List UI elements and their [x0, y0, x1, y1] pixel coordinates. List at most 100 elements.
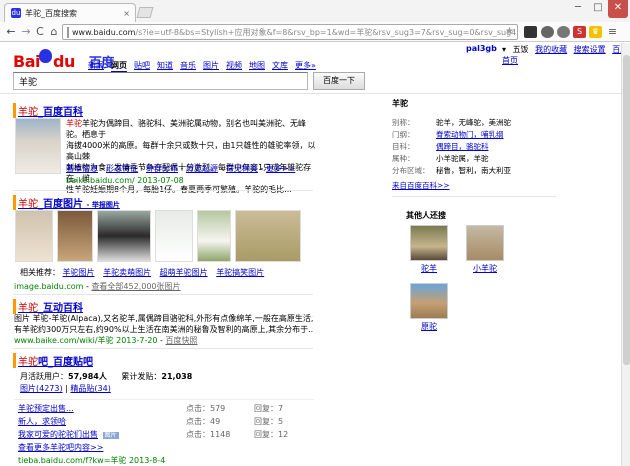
tieba-row: 新人，求领哈 点击：49 回复：5: [18, 417, 284, 426]
panel-divider: [392, 196, 556, 197]
url-host: www.baidu.com: [72, 27, 136, 37]
tieba-row-list: 羊驼预定出售... 点击：579 回复：7 新人，求领哈 点击：49 回复：5 …: [18, 403, 318, 455]
tieba-post-link[interactable]: 羊驼预定出售...: [18, 404, 74, 413]
fact-link[interactable]: 偶蹄目，骆驼科: [436, 141, 511, 153]
hudong-snippet: 图片 羊驼-羊驼(Alpaca),又名驼羊,属偶蹄目骆驼科,外形有点像绵羊,一般…: [14, 314, 314, 334]
new-tab-button[interactable]: [136, 7, 154, 18]
tieba-sub-links: 图片(4273) | 精品贴(34): [20, 384, 111, 393]
result-divider: [13, 190, 313, 191]
result-title-link[interactable]: 羊驼吧_百度贴吧: [13, 353, 313, 368]
baike-section-links: 基本信息 - 形态特征 - 种群分布 - 历史起源 - 常见种类 - 更多>>: [66, 164, 296, 173]
tieba-post-link[interactable]: 我家可爱的驼驼们出售: [18, 430, 98, 439]
result-title-link[interactable]: 羊驼_互动百科: [13, 299, 313, 314]
topbar-link[interactable]: 五饭: [513, 45, 529, 54]
related-image-link[interactable]: 羊驼图片: [63, 268, 95, 277]
image-badge: 图片: [102, 432, 119, 439]
baike-link[interactable]: 形态特征: [106, 164, 138, 173]
maximize-button[interactable]: □: [588, 0, 608, 18]
username-link[interactable]: pal3gb: [466, 44, 497, 53]
extension-s-icon[interactable]: S: [573, 26, 586, 38]
extension-crown-icon[interactable]: ♛: [589, 26, 602, 38]
user-dropdown-icon[interactable]: ▾: [502, 45, 506, 54]
baike-link[interactable]: 基本信息: [66, 164, 98, 173]
search-input[interactable]: 羊驼: [13, 72, 308, 90]
related-image: [410, 225, 448, 261]
related-image-link[interactable]: 羊驼搞笑图片: [216, 268, 264, 277]
result-baike: 羊驼_百度百科: [13, 103, 313, 118]
address-bar[interactable]: www.baidu.com/s?ie=utf-8&bs=Stylish+应用对象…: [62, 24, 518, 40]
topbar-link[interactable]: 搜索设置: [574, 45, 606, 54]
result-divider: [13, 348, 313, 349]
alpaca-thumbnail[interactable]: [15, 210, 53, 262]
panel-source-link[interactable]: 来自百度百科>>: [392, 180, 562, 191]
alpaca-thumbnail[interactable]: [155, 210, 193, 262]
home-button[interactable]: ⌂: [47, 25, 61, 39]
tieba-stats: 月活跃用户：57,984人 累计发贴：21,038: [20, 372, 193, 381]
related-search-item[interactable]: 驼羊: [410, 225, 448, 274]
baike-url: baike.baidu.com/ 2013-07-08: [66, 176, 184, 185]
browser-toolbar: ← → C ⌂ www.baidu.com/s?ie=utf-8&bs=Styl…: [0, 22, 630, 42]
scrollbar-thumb[interactable]: [623, 55, 630, 365]
tieba-row: 我家可爱的驼驼们出售 图片 点击：1148 回复：12: [18, 430, 289, 439]
tieba-images-link[interactable]: 图片(4273): [20, 384, 63, 393]
baike-link[interactable]: 更多>>: [266, 164, 295, 173]
image-related-links: 相关推荐： 羊驼图片 羊驼卖萌图片 超萌羊驼图片 羊驼搞笑图片: [20, 268, 265, 277]
close-window-button[interactable]: ✕: [608, 0, 628, 18]
tab-title: 羊驼_百度搜索: [25, 8, 77, 18]
header-divider: [0, 93, 630, 94]
fact-table: 别称： 驼羊，无峰驼，美洲驼 门纲： 脊索动物门，哺乳纲 目科： 偶蹄目，骆驼科 属种…: [392, 118, 511, 175]
baike-link[interactable]: 种群分布: [146, 164, 178, 173]
result-title-link[interactable]: 羊驼_百度百科: [13, 103, 313, 118]
extension-bomb-icon[interactable]: [524, 26, 537, 38]
tieba-row: 羊驼预定出售... 点击：579 回复：7: [18, 404, 284, 413]
alpaca-thumbnail[interactable]: [197, 210, 231, 262]
vertical-scrollbar[interactable]: [621, 43, 630, 466]
tieba-post-link[interactable]: 新人，求领哈: [18, 417, 66, 426]
result-title-link[interactable]: 羊驼_百度图片 - 举报图片: [13, 195, 313, 210]
result-divider: [13, 294, 313, 295]
hudong-url: www.baike.com/wiki/羊驼 2013-7-20 - 百度快照: [14, 336, 198, 345]
knowledge-panel: 羊驼 别称： 驼羊，无峰驼，美洲驼 门纲： 脊索动物门，哺乳纲 目科： 偶蹄目，骆驼科…: [392, 98, 562, 191]
forward-button[interactable]: →: [19, 25, 33, 39]
tieba-more-link[interactable]: 查看更多羊驼吧内容>>: [18, 443, 103, 452]
search-button[interactable]: 百度一下: [313, 72, 365, 90]
alpaca-thumbnail[interactable]: [235, 210, 301, 262]
tieba-best-link[interactable]: 精品贴(34): [70, 384, 110, 393]
related-image: [466, 225, 504, 261]
back-button[interactable]: ←: [4, 25, 18, 39]
related-heading: 其他人还搜: [406, 211, 446, 220]
related-image: [410, 283, 448, 319]
baike-link[interactable]: 历史起源: [186, 164, 218, 173]
topbar-link[interactable]: 我的收藏: [535, 45, 567, 54]
extension-circle-icon[interactable]: [541, 26, 554, 38]
related-image-link[interactable]: 羊驼卖萌图片: [103, 268, 151, 277]
page-icon: [67, 26, 69, 38]
browser-titlebar: du 羊驼_百度搜索 × ─ □ ✕: [0, 0, 630, 22]
alpaca-thumbnail[interactable]: [57, 210, 93, 262]
fact-link[interactable]: 脊索动物门，哺乳纲: [436, 129, 511, 141]
url-path: /s?ie=utf-8&bs=Stylish+应用对象&f=8&rsv_bp=1…: [135, 27, 518, 37]
images-url: image.baidu.com - 查看全部452,000张图片: [14, 282, 181, 291]
reload-button[interactable]: C: [33, 25, 47, 39]
related-image-link[interactable]: 超萌羊驼图片: [160, 268, 208, 277]
paw-icon: [39, 49, 52, 63]
related-search-item[interactable]: 小羊驼: [466, 225, 504, 274]
browser-tab[interactable]: du 羊驼_百度搜索 ×: [4, 3, 136, 22]
bookmark-star-icon[interactable]: ★: [505, 26, 514, 37]
tieba-row: 查看更多羊驼吧内容>>: [18, 442, 318, 455]
related-search-item[interactable]: 原驼: [410, 283, 448, 332]
result-images: 羊驼_百度图片 - 举报图片: [13, 195, 313, 210]
tab-close-icon[interactable]: ×: [123, 9, 130, 18]
tieba-url: tieba.baidu.com/f?kw=羊驼 2013-8-4: [18, 456, 166, 465]
baike-link[interactable]: 常见种类: [226, 164, 258, 173]
extension-gear-icon[interactable]: [557, 26, 570, 38]
images-count-link[interactable]: 查看全部452,000张图片: [91, 282, 180, 291]
minimize-button[interactable]: ─: [568, 0, 588, 18]
menu-wrench-icon[interactable]: ≡: [606, 26, 619, 38]
cache-link[interactable]: 百度快照: [166, 336, 198, 345]
baike-alpaca-image[interactable]: [15, 118, 61, 174]
alpaca-thumbnail[interactable]: [97, 210, 151, 262]
panel-heading: 羊驼: [392, 99, 408, 108]
result-tieba: 羊驼吧_百度贴吧: [13, 353, 313, 368]
result-hudong: 羊驼_互动百科: [13, 299, 313, 314]
